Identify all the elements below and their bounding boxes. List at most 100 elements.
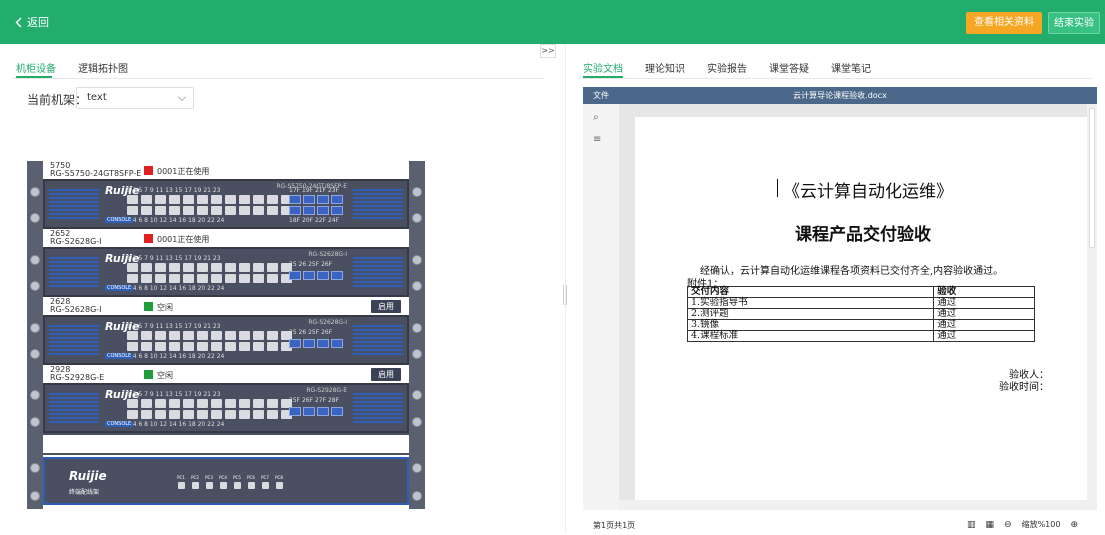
- grid-view-icon[interactable]: ▦: [986, 520, 995, 530]
- screw-icon: [412, 323, 422, 333]
- patch-panel[interactable]: Ruijie 终端配线架 PC1 PC2 PC3 PC4 PC5 PC6 PC7…: [43, 457, 409, 505]
- slot-header[interactable]: 2628 RG-S2628G-I 空闲 启用: [43, 297, 409, 315]
- switch-device[interactable]: Ruijie RG-S5750-24GT/8SFP-E 1 3 5 7 9 11…: [43, 179, 409, 229]
- table-cell: 2.测评题: [686, 308, 935, 320]
- text-cursor: [777, 179, 778, 197]
- screw-icon: [412, 390, 422, 400]
- tab-notes[interactable]: 课堂笔记: [831, 60, 871, 75]
- port-row: [127, 206, 292, 215]
- patch-panel-label: 终端配线架: [69, 489, 100, 496]
- vent-grille: [49, 257, 99, 289]
- status-square-icon: [144, 302, 153, 311]
- slot-header[interactable]: 5750 RG-S5750-24GT8SFP-E 0001正在使用: [43, 161, 409, 179]
- pc-port[interactable]: PC4: [219, 475, 227, 489]
- doc-toolbar: 文件 云计算导论课程验收.docx: [583, 87, 1097, 104]
- slot-model: RG-S2628G-I: [50, 305, 102, 314]
- view-materials-button[interactable]: 查看相关资料: [966, 12, 1042, 34]
- vent-grille: [49, 189, 99, 221]
- screw-icon: [30, 187, 40, 197]
- table-header: 验收: [933, 286, 1035, 298]
- enable-button[interactable]: 启用: [371, 300, 401, 313]
- table-row: 3.镜像 通过: [686, 319, 1035, 331]
- doc-title: 《云计算自动化运维》: [783, 182, 953, 202]
- tab-report[interactable]: 实验报告: [707, 60, 747, 75]
- outline-icon[interactable]: ≡: [593, 134, 601, 145]
- sfp-row: [289, 271, 343, 280]
- table-cell: 通过: [933, 330, 1035, 342]
- page-indicator: 第1页共1页: [593, 521, 636, 530]
- screw-icon: [30, 491, 40, 501]
- divider: [578, 78, 1093, 79]
- sfp-labels-top: 25 26 25F 26F: [289, 261, 333, 268]
- port-row: [127, 331, 292, 340]
- console-port: CONSOLE: [105, 217, 134, 223]
- port-numbers-bottom: 2 4 6 8 10 12 14 16 18 20 22 24: [127, 353, 225, 360]
- pc-port[interactable]: PC8: [275, 475, 283, 489]
- doc-status-bar: 第1页共1页 ▥ ▦ ⊖ 缩放%100 ⊕: [583, 517, 1097, 535]
- screw-icon: [412, 213, 422, 223]
- tab-cabinet-devices[interactable]: 机柜设备: [16, 60, 56, 75]
- sfp-row: [289, 407, 343, 416]
- status-square-icon: [144, 166, 153, 175]
- screw-icon: [412, 463, 422, 473]
- port-row: [127, 410, 292, 419]
- status-square-icon: [144, 234, 153, 243]
- acceptance-table: 交付内容 验收 1.实验指导书 通过 2.测评题 通过 3.镜像 通过 4.课程标准通…: [686, 286, 1035, 342]
- table-header-row: 交付内容 验收: [686, 286, 1035, 298]
- tab-theory[interactable]: 理论知识: [645, 60, 685, 75]
- switch-device[interactable]: Ruijie RG-S2628G-I 1 3 5 7 9 11 13 15 17…: [43, 247, 409, 297]
- pc-port[interactable]: PC6: [247, 475, 255, 489]
- vent-grille: [353, 257, 403, 289]
- rack-select[interactable]: text: [76, 87, 194, 109]
- sfp-labels-bottom: 18F 20F 22F 24F: [289, 217, 340, 224]
- tab-experiment-doc[interactable]: 实验文档: [583, 60, 623, 75]
- switch-device[interactable]: Ruijie RG-S2628G-I 1 3 5 7 9 11 13 15 17…: [43, 315, 409, 365]
- sfp-row: [289, 195, 343, 204]
- tab-logical-topology[interactable]: 逻辑拓扑图: [78, 60, 128, 75]
- screw-icon: [30, 390, 40, 400]
- divider: [12, 78, 544, 79]
- zoom-in-icon[interactable]: ⊕: [1070, 520, 1078, 530]
- pc-port[interactable]: PC5: [233, 475, 241, 489]
- slot-model: RG-S2928G-E: [50, 373, 105, 382]
- port-row: [127, 274, 292, 283]
- back-label: 返回: [27, 16, 49, 29]
- doc-subtitle: 课程产品交付验收: [795, 225, 931, 245]
- table-cell: 通过: [933, 319, 1035, 331]
- zoom-level: 缩放%100: [1021, 520, 1061, 529]
- switch-device[interactable]: Ruijie RG-S2928G-E 1 3 5 7 9 11 13 15 17…: [43, 383, 409, 433]
- table-cell: 通过: [933, 308, 1035, 320]
- screw-icon: [412, 491, 422, 501]
- pc-port[interactable]: PC7: [261, 475, 269, 489]
- table-row: 4.课程标准 通过: [686, 330, 1035, 342]
- pc-port[interactable]: PC1: [177, 475, 185, 489]
- page-view-icon[interactable]: ▥: [967, 520, 976, 530]
- screw-icon: [412, 187, 422, 197]
- tab-qa[interactable]: 课堂答疑: [769, 60, 809, 75]
- top-bar: 返回 查看相关资料 结束实验: [0, 0, 1105, 44]
- search-icon[interactable]: ⌕: [593, 112, 599, 123]
- screw-icon: [30, 213, 40, 223]
- screw-icon: [30, 349, 40, 359]
- screw-icon: [30, 463, 40, 473]
- end-experiment-button[interactable]: 结束实验: [1048, 12, 1100, 34]
- port-numbers-bottom: 2 4 6 8 10 12 14 16 18 20 22 24: [127, 217, 225, 224]
- screw-icon: [412, 281, 422, 291]
- port-numbers-bottom: 2 4 6 8 10 12 14 16 18 20 22 24: [127, 285, 225, 292]
- slot-header[interactable]: 2652 RG-S2628G-I 0001正在使用: [43, 229, 409, 247]
- slot-header[interactable]: 2928 RG-S2928G-E 空闲 启用: [43, 365, 409, 383]
- vertical-scrollbar[interactable]: [1087, 104, 1097, 510]
- horizontal-scrollbar[interactable]: [619, 500, 1087, 510]
- sfp-labels-top: 25 26 25F 26F: [289, 329, 333, 336]
- enable-button[interactable]: 启用: [371, 368, 401, 381]
- console-port: CONSOLE: [105, 353, 134, 359]
- device-panel: 机柜设备 逻辑拓扑图 当前机架： text 5750 RG-S5750-24GT…: [0, 44, 556, 534]
- port-numbers-top: 1 3 5 7 9 11 13 15 17 19 21 23: [127, 323, 221, 330]
- back-button[interactable]: 返回: [15, 14, 49, 30]
- pc-port[interactable]: PC2: [191, 475, 199, 489]
- zoom-out-icon[interactable]: ⊖: [1004, 520, 1012, 530]
- collapse-toggle[interactable]: >>: [540, 44, 556, 58]
- rack: 5750 RG-S5750-24GT8SFP-E 0001正在使用 Ruijie…: [27, 161, 430, 509]
- scroll-thumb[interactable]: [1089, 108, 1095, 248]
- pc-port[interactable]: PC3: [205, 475, 213, 489]
